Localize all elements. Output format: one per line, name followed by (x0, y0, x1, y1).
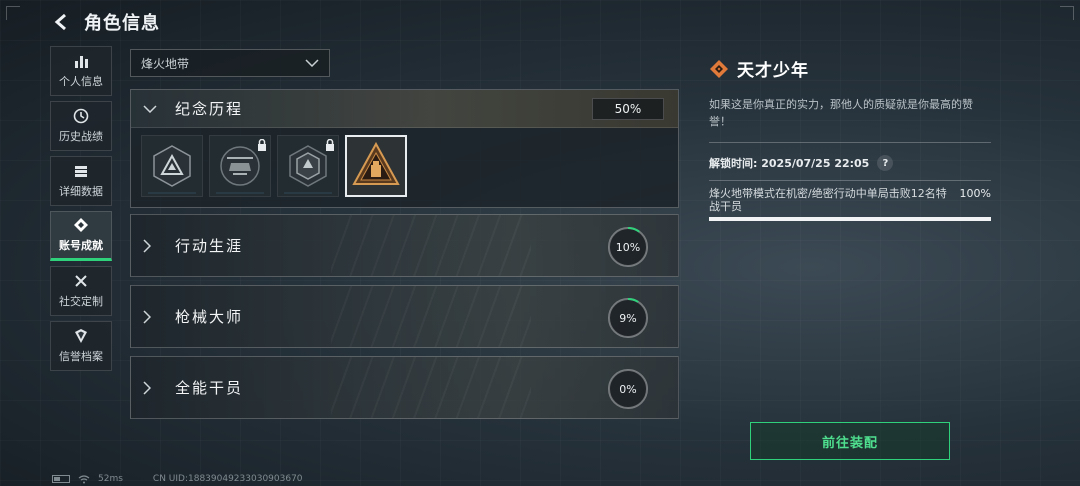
sidebar-item-label: 信誉档案 (59, 350, 103, 363)
lock-icon (326, 139, 334, 151)
achievement-diamond-icon (710, 59, 728, 78)
mode-select-value: 烽火地带 (141, 56, 190, 71)
frame-corner (1060, 6, 1074, 20)
unlock-time-row: 解锁时间: 2025/07/25 22:05 ? (709, 155, 991, 171)
go-equip-button[interactable]: 前往装配 (750, 422, 950, 460)
achievement-description: 如果这是你真正的实力，那他人的质疑就是你最高的赞誉！ (709, 98, 973, 128)
badge-item[interactable] (277, 135, 339, 197)
sidebar-item-label: 详细数据 (59, 185, 103, 198)
sidebar-item-label: 历史战绩 (59, 130, 103, 143)
achievement-detail: 天才少年 如果这是你真正的实力，那他人的质疑就是你最高的赞誉！ 解锁时间: 20… (709, 56, 991, 221)
category-decoration (331, 286, 531, 347)
user-uid: CN UID:18839049233030903670 (152, 474, 303, 484)
sidebar-item-social[interactable]: 社交定制 (50, 266, 112, 316)
reputation-icon (75, 329, 87, 343)
chevron-right-icon (143, 238, 159, 253)
condition-progress-fill (709, 217, 991, 221)
ping-value: 52ms (98, 474, 123, 484)
category-name: 枪械大师 (175, 308, 244, 326)
badge-item-selected[interactable] (345, 135, 407, 197)
category-weapon-master[interactable]: 枪械大师 9% (130, 285, 679, 348)
category-name: 行动生涯 (175, 237, 244, 255)
sidebar-item-history[interactable]: 历史战绩 (50, 101, 112, 151)
divider (709, 180, 991, 181)
stack-icon (75, 166, 87, 177)
sidebar-item-achievements[interactable]: 账号成就 (50, 211, 112, 261)
divider (709, 142, 991, 143)
sidebar-item-label: 社交定制 (59, 295, 103, 308)
status-footer: 52ms CN UID:18839049233030903670 (52, 474, 303, 484)
category-name: 纪念历程 (175, 100, 244, 118)
condition-text: 烽火地带模式在机密/绝密行动中单局击败12名特战干员 (709, 187, 947, 213)
category-percent: 9% (619, 311, 637, 325)
sidebar-item-reputation[interactable]: 信誉档案 (50, 321, 112, 371)
header: 角色信息 (50, 8, 160, 36)
badge-progress-bar (284, 192, 332, 194)
lock-icon (258, 139, 266, 151)
wifi-icon (78, 474, 90, 483)
progress-ring: 9% (606, 296, 650, 340)
frame-corner (6, 6, 20, 20)
achievement-icon (74, 218, 88, 232)
chevron-right-icon (143, 380, 159, 395)
category-memorial-header[interactable]: 纪念历程 50% (131, 90, 678, 128)
sidebar-item-details[interactable]: 详细数据 (50, 156, 112, 206)
badge-progress-bar (216, 192, 264, 194)
category-memorial: 纪念历程 50% (130, 89, 679, 208)
mode-select[interactable]: 烽火地带 (130, 49, 330, 77)
badge-item[interactable] (209, 135, 271, 197)
condition-row: 烽火地带模式在机密/绝密行动中单局击败12名特战干员 100% (709, 187, 991, 213)
chevron-down-icon (143, 104, 159, 113)
triangle-emblem-icon (153, 145, 191, 187)
progress-ring: 0% (606, 367, 650, 411)
chevron-down-icon (305, 59, 319, 67)
badge-item[interactable] (141, 135, 203, 197)
category-all-round-operator[interactable]: 全能干员 0% (130, 356, 679, 419)
sidebar-item-personal-info[interactable]: 个人信息 (50, 46, 112, 96)
battery-icon (52, 475, 70, 483)
history-icon (73, 108, 89, 124)
category-percent: 50% (592, 98, 664, 120)
achievement-title-row: 天才少年 (709, 56, 991, 81)
page-title: 角色信息 (84, 13, 160, 34)
unlock-time: 解锁时间: 2025/07/25 22:05 (709, 157, 870, 170)
category-name: 全能干员 (175, 379, 244, 397)
category-decoration (331, 357, 531, 418)
chevron-right-icon (143, 309, 159, 324)
progress-ring: 10% (606, 225, 650, 269)
achievement-title: 天才少年 (737, 61, 809, 81)
gold-triangle-emblem-icon (352, 141, 400, 185)
condition-percent: 100% (959, 187, 991, 200)
category-decoration (331, 215, 531, 276)
category-action-career[interactable]: 行动生涯 10% (130, 214, 679, 277)
category-percent: 0% (619, 382, 637, 396)
sidebar-item-label: 个人信息 (59, 75, 103, 88)
tools-icon (75, 275, 87, 287)
help-button[interactable]: ? (877, 155, 894, 171)
category-percent: 10% (615, 240, 641, 254)
sidebar: 个人信息 历史战绩 详细数据 账号成就 社交定制 信誉档案 (50, 46, 112, 371)
badge-list (131, 128, 678, 204)
sidebar-item-label: 账号成就 (59, 239, 103, 252)
badge-progress-bar (148, 192, 196, 194)
back-button[interactable] (50, 10, 74, 34)
bar-chart-icon (75, 56, 88, 68)
condition-progress-bar (709, 217, 991, 221)
back-arrow-icon (54, 13, 66, 31)
